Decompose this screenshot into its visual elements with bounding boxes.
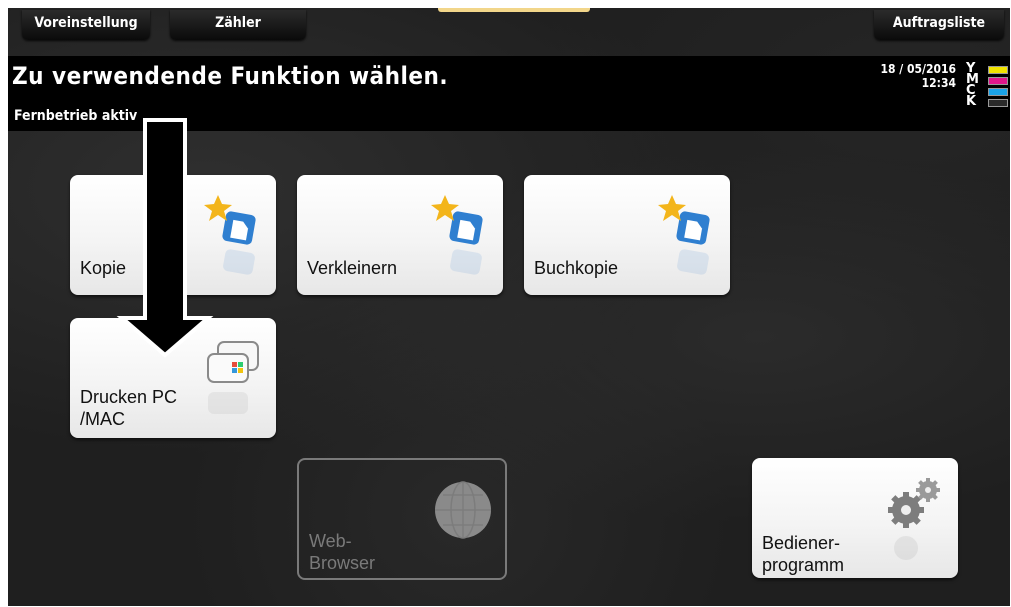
page-title: Zu verwendende Funktion wählen. [12,62,449,90]
preset-tab[interactable]: Voreinstellung [22,10,150,40]
toner-bar-yellow [988,66,1008,74]
utility-tile-label: Bediener- programm [762,532,844,576]
toner-level-indicator: Y M C K [966,62,1008,109]
date-text: 18 / 05/2016 [880,62,957,76]
utility-tile[interactable]: Bediener- programm [752,458,958,578]
date-time-readout: 18 / 05/2016 12:34 [881,62,957,90]
utility-line1: Bediener- [762,533,841,553]
toner-bar-black [988,99,1008,107]
reduce-tile-label: Verkleinern [307,258,398,278]
toner-bar-cyan [988,88,1008,96]
counter-tab[interactable]: Zähler [170,10,306,40]
job-list-tab[interactable]: Auftragsliste [874,10,1004,40]
print-pc-mac-tile-label: Drucken PC /MAC [80,386,177,430]
globe-icon [435,481,491,539]
utility-line2: programm [762,555,845,575]
mfp-panel-screen: Voreinstellung Zähler Auftragsliste Zu v… [8,8,1010,606]
web-browser-line2: Browser [309,553,376,573]
toner-bar-magenta [988,77,1008,85]
center-tab-indicator [438,8,590,12]
top-tab-bar: Voreinstellung Zähler Auftragsliste [8,8,1010,50]
time-text: 12:34 [921,76,956,90]
down-arrow-annotation-icon [116,118,214,358]
book-copy-tile[interactable]: Buchkopie [524,175,730,295]
web-browser-tile: Web- Browser [297,458,507,580]
reduce-tile[interactable]: Verkleinern [297,175,503,295]
book-copy-tile-label: Buchkopie [534,258,619,278]
toner-row-black: K [966,94,1008,109]
web-browser-line1: Web- [309,531,352,551]
favorite-reduce-icon [431,195,483,275]
web-browser-tile-label: Web- Browser [309,530,375,574]
print-pc-mac-line1: Drucken PC [80,387,178,407]
gears-icon [888,478,940,560]
favorite-book-copy-icon [658,195,710,275]
print-pc-mac-line2: /MAC [80,409,125,429]
toner-letter-k: K [966,94,977,109]
